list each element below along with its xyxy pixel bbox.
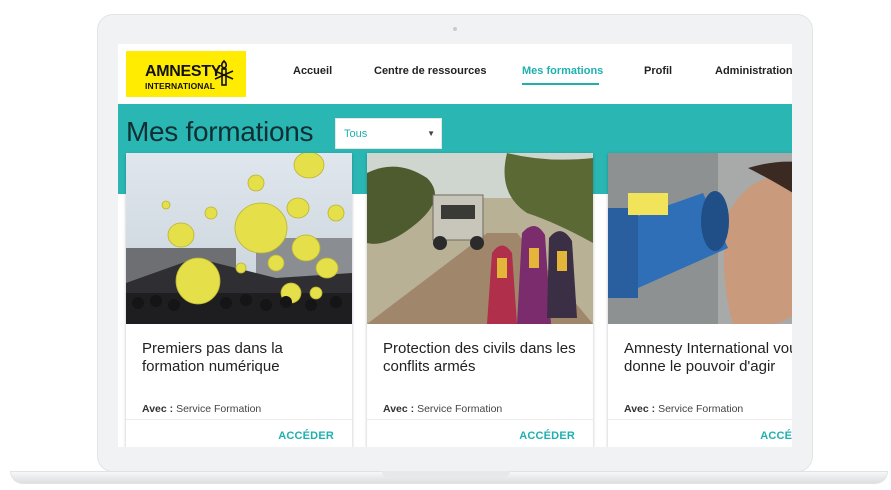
course-title[interactable]: Premiers pas dans la formation numérique [142,340,342,376]
logo-line1: AMNESTY [145,63,222,80]
filter-select[interactable]: Tous ▼ [335,118,442,149]
course-author: Avec : Service Formation [624,403,743,415]
course-title[interactable]: Protection des civils dans les conflits … [383,340,583,376]
course-author: Avec : Service Formation [383,403,502,415]
course-card[interactable]: Protection des civils dans les conflits … [367,153,593,447]
course-card[interactable]: Amnesty International vous donne le pouv… [608,153,792,447]
acceder-button[interactable]: ACCÉDER [519,430,575,442]
course-image-megaphone [608,153,792,324]
laptop-notch [382,471,510,478]
nav-item-mes-formations[interactable]: Mes formations [522,65,603,77]
course-image-convoy [367,153,593,324]
candle-icon [214,59,234,86]
author-label: Avec : [383,403,415,415]
acceder-button[interactable]: ACCÉDER [278,430,334,442]
filter-selected-value: Tous [344,128,368,140]
card-divider [608,419,792,420]
camera-dot [453,27,457,31]
nav-item-accueil[interactable]: Accueil [293,65,332,77]
author-value: Service Formation [658,403,744,415]
author-label: Avec : [142,403,174,415]
author-value: Service Formation [417,403,503,415]
nav-item-profil[interactable]: Profil [644,65,672,77]
card-divider [126,419,352,420]
active-nav-underline [522,83,599,85]
nav-item-administration[interactable]: Administration [715,65,792,77]
course-title[interactable]: Amnesty International vous donne le pouv… [624,340,792,376]
author-label: Avec : [624,403,656,415]
course-image-balloons [126,153,352,324]
course-card[interactable]: Premiers pas dans la formation numérique… [126,153,352,447]
author-value: Service Formation [176,403,262,415]
course-author: Avec : Service Formation [142,403,261,415]
amnesty-logo[interactable]: AMNESTY INTERNATIONAL [126,51,246,97]
dropdown-arrow-icon: ▼ [427,129,435,138]
card-divider [367,419,593,420]
nav-item-centre-de-ressources[interactable]: Centre de ressources [374,65,487,77]
logo-line2: INTERNATIONAL [145,81,216,91]
screen: AMNESTY INTERNATIONAL Accueil Centre de … [118,44,792,447]
acceder-button[interactable]: ACCÉDER [760,430,792,442]
page-title: Mes formations [126,116,314,147]
